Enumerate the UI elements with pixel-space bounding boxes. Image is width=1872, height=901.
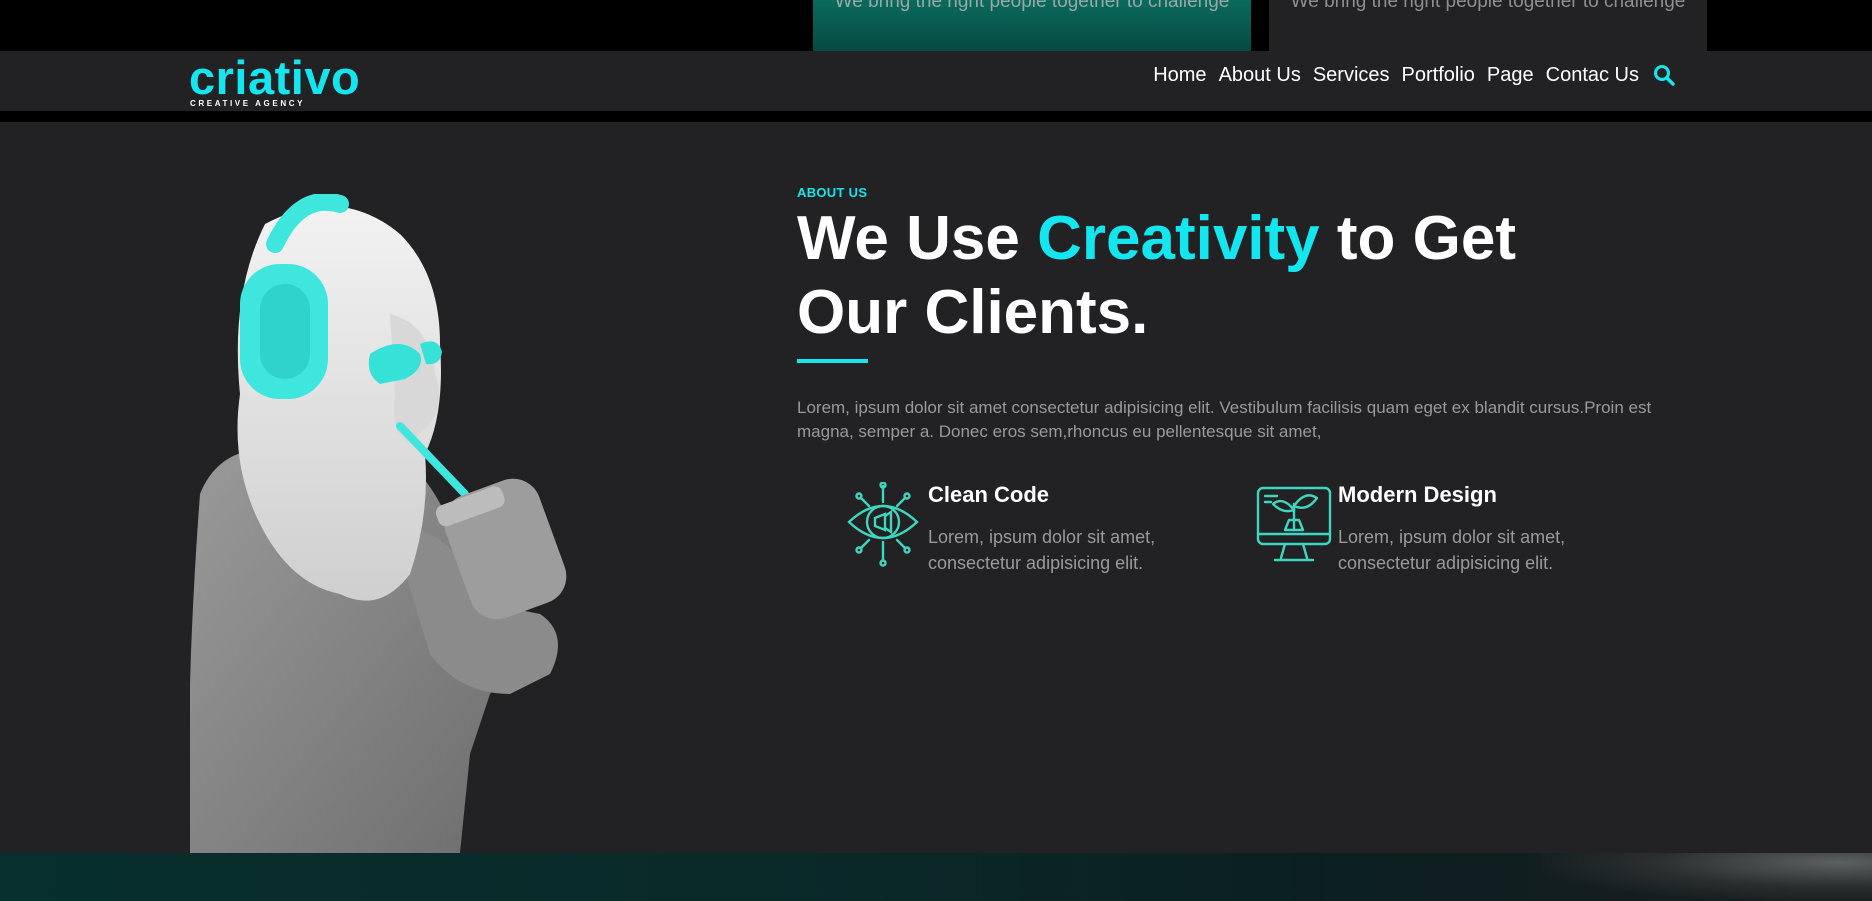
section-intro: Lorem, ipsum dolor sit amet consectetur … <box>797 398 1652 441</box>
info-card: We bring the right people together to ch… <box>813 0 1251 51</box>
feature-description: Lorem, ipsum dolor sit amet, consectetur… <box>928 527 1156 573</box>
next-section-image <box>1542 853 1872 901</box>
info-card: We bring the right people together to ch… <box>1269 0 1707 51</box>
feature-title: Clean Code <box>928 482 1050 507</box>
nav-page[interactable]: Page <box>1487 63 1534 87</box>
feature-title: Modern Design <box>1338 482 1497 507</box>
previous-section-strip: We bring the right people together to ch… <box>0 0 1872 51</box>
info-card-text: We bring the right people together to ch… <box>1290 0 1686 12</box>
about-section: ABOUT US We Use Creativity to Get Our Cl… <box>0 122 1872 853</box>
feature-clean-code: Clean Code Lorem, ipsum dolor sit amet, … <box>845 481 1205 582</box>
navbar-divider <box>0 113 1872 122</box>
logo-wordmark: criativo <box>189 51 361 104</box>
next-section-strip <box>0 853 1872 901</box>
logo-tagline: CREATIVE AGENCY <box>190 99 306 108</box>
feature-modern-design: Modern Design Lorem, ipsum dolor sit ame… <box>1255 482 1615 582</box>
feature-description: Lorem, ipsum dolor sit amet, consectetur… <box>1338 527 1566 573</box>
info-card-text: We bring the right people together to ch… <box>834 0 1230 12</box>
section-eyebrow: ABOUT US <box>797 185 868 200</box>
nav-contact-us[interactable]: Contac Us <box>1546 63 1639 87</box>
girl-with-headphones-image <box>188 192 680 853</box>
logo[interactable]: criativo CREATIVE AGENCY <box>189 51 361 109</box>
headline-part: We Use <box>797 204 1038 273</box>
main-menu: Home About Us Services Portfolio Page Co… <box>1141 63 1675 87</box>
headline-underline <box>797 359 868 363</box>
nav-home[interactable]: Home <box>1153 63 1206 87</box>
nav-services[interactable]: Services <box>1313 63 1390 87</box>
eye-megaphone-icon <box>845 481 923 570</box>
headline-accent: Creativity <box>1037 204 1320 273</box>
section-headline: We Use Creativity to Get Our Clients. <box>797 202 1597 350</box>
navbar: criativo CREATIVE AGENCY Home About Us S… <box>0 51 1872 113</box>
search-icon[interactable] <box>1653 64 1675 86</box>
nav-about-us[interactable]: About Us <box>1219 63 1301 87</box>
monitor-plant-icon <box>1255 482 1333 570</box>
nav-portfolio[interactable]: Portfolio <box>1402 63 1475 87</box>
